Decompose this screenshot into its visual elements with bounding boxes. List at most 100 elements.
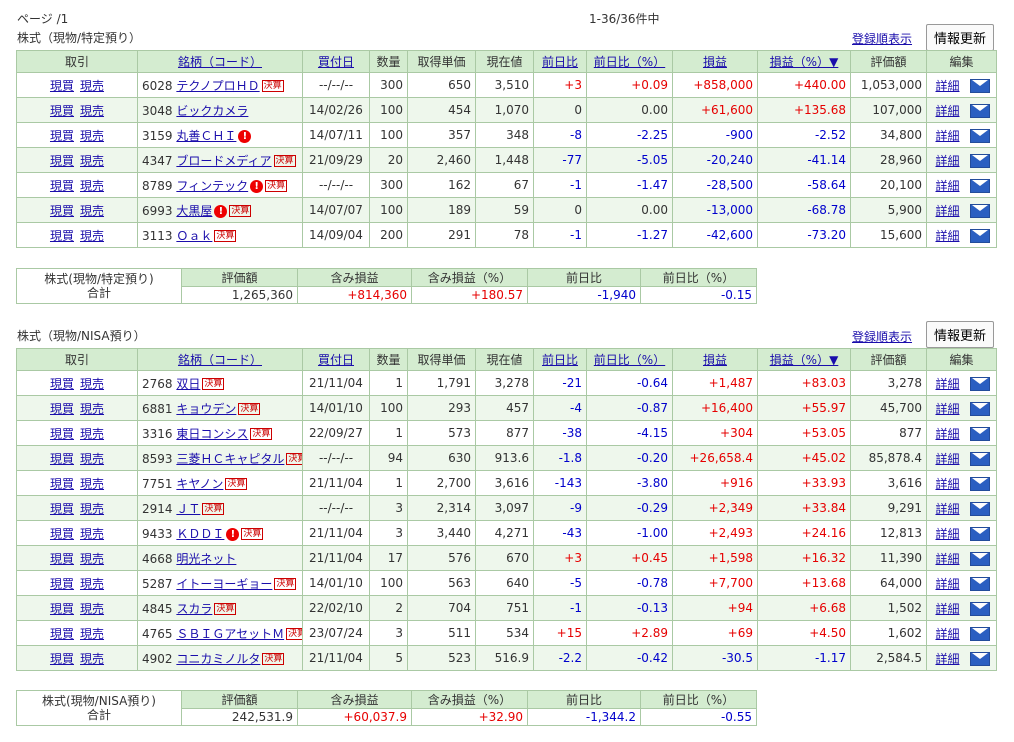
sort-link[interactable]: 銘柄（コード） bbox=[178, 353, 262, 367]
sell-link[interactable]: 現売 bbox=[80, 477, 104, 491]
sell-link[interactable]: 現売 bbox=[80, 204, 104, 218]
stock-name-link[interactable]: ＪＴ bbox=[176, 502, 200, 516]
stock-name-link[interactable]: キヤノン bbox=[176, 477, 223, 491]
sort-link[interactable]: 損益 bbox=[703, 55, 727, 69]
sort-link[interactable]: 買付日 bbox=[318, 353, 354, 367]
stock-name-link[interactable]: 大黒屋 bbox=[176, 204, 212, 218]
sort-link[interactable]: 前日比 bbox=[542, 55, 578, 69]
stock-name-link[interactable]: イトーヨーギョー bbox=[176, 577, 272, 591]
mail-icon[interactable] bbox=[969, 477, 990, 491]
buy-link[interactable]: 現買 bbox=[50, 179, 74, 193]
stock-name-link[interactable]: スカラ bbox=[176, 602, 212, 616]
earnings-badge[interactable]: 決算 bbox=[214, 230, 237, 242]
sell-link[interactable]: 現売 bbox=[80, 502, 104, 516]
buy-link[interactable]: 現買 bbox=[50, 204, 74, 218]
sell-link[interactable]: 現売 bbox=[80, 627, 104, 641]
alert-icon[interactable]: ! bbox=[214, 204, 228, 218]
stock-name-link[interactable]: キョウデン bbox=[176, 402, 236, 416]
earnings-badge[interactable]: 決算 bbox=[286, 628, 302, 640]
column-header[interactable]: 銘柄（コード） bbox=[137, 50, 303, 73]
stock-name-link[interactable]: コニカミノルタ bbox=[176, 652, 260, 666]
stock-name-link[interactable]: ビックカメラ bbox=[176, 104, 248, 118]
earnings-badge[interactable]: 決算 bbox=[274, 578, 297, 590]
detail-link[interactable]: 詳細 bbox=[935, 602, 959, 616]
earnings-badge[interactable]: 決算 bbox=[273, 155, 296, 167]
column-header[interactable]: 損益 bbox=[672, 348, 758, 371]
detail-link[interactable]: 詳細 bbox=[935, 577, 959, 591]
detail-link[interactable]: 詳細 bbox=[935, 552, 959, 566]
detail-link[interactable]: 詳細 bbox=[935, 179, 959, 193]
detail-link[interactable]: 詳細 bbox=[935, 204, 959, 218]
alert-icon[interactable]: ! bbox=[250, 179, 264, 193]
buy-link[interactable]: 現買 bbox=[50, 452, 74, 466]
sort-link[interactable]: 銘柄（コード） bbox=[178, 55, 262, 69]
detail-link[interactable]: 詳細 bbox=[935, 527, 959, 541]
buy-link[interactable]: 現買 bbox=[50, 79, 74, 93]
buy-link[interactable]: 現買 bbox=[50, 427, 74, 441]
mail-icon[interactable] bbox=[969, 552, 990, 566]
detail-link[interactable]: 詳細 bbox=[935, 377, 959, 391]
mail-icon[interactable] bbox=[969, 204, 990, 218]
earnings-badge[interactable]: 決算 bbox=[250, 428, 273, 440]
sort-link[interactable]: 前日比（%） bbox=[594, 55, 665, 69]
stock-name-link[interactable]: 双日 bbox=[176, 377, 200, 391]
sell-link[interactable]: 現売 bbox=[80, 427, 104, 441]
buy-link[interactable]: 現買 bbox=[50, 477, 74, 491]
detail-link[interactable]: 詳細 bbox=[935, 652, 959, 666]
alert-icon[interactable]: ! bbox=[226, 527, 240, 541]
mail-icon[interactable] bbox=[969, 627, 990, 641]
mail-icon[interactable] bbox=[969, 652, 990, 666]
detail-link[interactable]: 詳細 bbox=[935, 402, 959, 416]
stock-name-link[interactable]: 丸善ＣＨＩ bbox=[176, 129, 236, 143]
column-header[interactable]: 買付日 bbox=[302, 50, 370, 73]
mail-icon[interactable] bbox=[969, 104, 990, 118]
buy-link[interactable]: 現買 bbox=[50, 402, 74, 416]
refresh-button[interactable]: 情報更新 bbox=[926, 321, 994, 348]
earnings-badge[interactable]: 決算 bbox=[241, 528, 264, 540]
mail-icon[interactable] bbox=[969, 527, 990, 541]
earnings-badge[interactable]: 決算 bbox=[229, 205, 252, 217]
detail-link[interactable]: 詳細 bbox=[935, 229, 959, 243]
mail-icon[interactable] bbox=[969, 179, 990, 193]
column-header[interactable]: 前日比 bbox=[533, 348, 587, 371]
stock-name-link[interactable]: フィンテック bbox=[176, 179, 248, 193]
buy-link[interactable]: 現買 bbox=[50, 577, 74, 591]
stock-name-link[interactable]: ＫＤＤＩ bbox=[176, 527, 224, 541]
detail-link[interactable]: 詳細 bbox=[935, 452, 959, 466]
buy-link[interactable]: 現買 bbox=[50, 104, 74, 118]
detail-link[interactable]: 詳細 bbox=[935, 129, 959, 143]
mail-icon[interactable] bbox=[969, 229, 990, 243]
detail-link[interactable]: 詳細 bbox=[935, 79, 959, 93]
detail-link[interactable]: 詳細 bbox=[935, 627, 959, 641]
mail-icon[interactable] bbox=[969, 427, 990, 441]
registration-order-link[interactable]: 登録順表示 bbox=[852, 328, 912, 345]
sell-link[interactable]: 現売 bbox=[80, 652, 104, 666]
stock-name-link[interactable]: 明光ネット bbox=[176, 552, 236, 566]
detail-link[interactable]: 詳細 bbox=[935, 104, 959, 118]
sort-link[interactable]: 買付日 bbox=[318, 55, 354, 69]
buy-link[interactable]: 現買 bbox=[50, 502, 74, 516]
mail-icon[interactable] bbox=[969, 602, 990, 616]
column-header[interactable]: 前日比 bbox=[533, 50, 587, 73]
sort-link[interactable]: 前日比（%） bbox=[594, 353, 665, 367]
mail-icon[interactable] bbox=[969, 502, 990, 516]
detail-link[interactable]: 詳細 bbox=[935, 502, 959, 516]
sort-link[interactable]: 損益（%）▼ bbox=[770, 55, 839, 69]
earnings-badge[interactable]: 決算 bbox=[262, 653, 285, 665]
detail-link[interactable]: 詳細 bbox=[935, 427, 959, 441]
buy-link[interactable]: 現買 bbox=[50, 627, 74, 641]
earnings-badge[interactable]: 決算 bbox=[286, 453, 302, 465]
earnings-badge[interactable]: 決算 bbox=[202, 503, 225, 515]
column-header[interactable]: 買付日 bbox=[302, 348, 370, 371]
sell-link[interactable]: 現売 bbox=[80, 552, 104, 566]
column-header[interactable]: 前日比（%） bbox=[586, 50, 673, 73]
alert-icon[interactable]: ! bbox=[238, 129, 252, 143]
sell-link[interactable]: 現売 bbox=[80, 229, 104, 243]
buy-link[interactable]: 現買 bbox=[50, 652, 74, 666]
column-header[interactable]: 損益 bbox=[672, 50, 758, 73]
sell-link[interactable]: 現売 bbox=[80, 377, 104, 391]
stock-name-link[interactable]: ＳＢＩＧアセットＭ bbox=[176, 627, 284, 641]
mail-icon[interactable] bbox=[969, 129, 990, 143]
column-header[interactable]: 損益（%）▼ bbox=[757, 50, 851, 73]
detail-link[interactable]: 詳細 bbox=[935, 477, 959, 491]
